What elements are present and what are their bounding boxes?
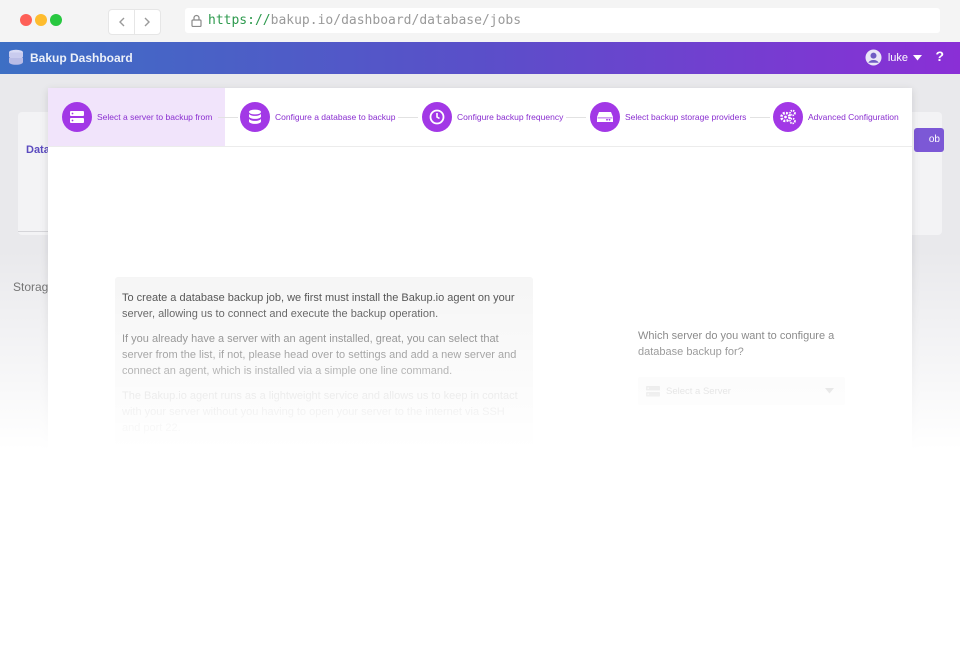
step-storage-providers[interactable]: Select backup storage providers [590, 88, 746, 146]
step-connector [566, 117, 586, 118]
maximize-window-button[interactable] [50, 14, 62, 26]
step-configure-database[interactable]: Configure a database to backup [240, 88, 396, 146]
back-arrow-icon [118, 17, 124, 27]
step-label: Advanced Configuration [808, 112, 899, 122]
server-icon [646, 385, 660, 397]
help-button[interactable]: ? [935, 48, 944, 64]
info-paragraph: The Bakup.io agent runs as a lightweight… [122, 390, 518, 434]
brand[interactable]: Bakup Dashboard [8, 49, 133, 67]
wizard-steps: Select a server to backup from Configure… [48, 88, 912, 147]
info-paragraph: To create a database backup job, we firs… [122, 292, 515, 320]
back-button[interactable] [109, 10, 135, 34]
clock-icon [422, 102, 452, 132]
lock-icon [191, 14, 202, 27]
server-question: Which server do you want to configure a … [638, 330, 835, 358]
hard-drive-icon [590, 102, 620, 132]
user-menu[interactable]: luke [865, 49, 922, 66]
user-name: luke [887, 51, 908, 64]
create-job-button[interactable]: ob [914, 128, 944, 152]
database-logo-icon [9, 49, 23, 65]
url-path: bakup.io/dashboard/database/jobs [270, 13, 522, 28]
gears-icon [773, 102, 803, 132]
brand-title: Bakup Dashboard [30, 51, 133, 65]
step-label: Select backup storage providers [625, 112, 747, 122]
forward-arrow-icon [144, 17, 150, 27]
address-bar[interactable]: https://bakup.io/dashboard/database/jobs [185, 8, 940, 33]
server-icon [62, 102, 92, 132]
chevron-down-icon [825, 388, 834, 394]
step-label: Select a server to backup from [97, 112, 213, 122]
chevron-down-icon [913, 54, 922, 60]
step-advanced-configuration[interactable]: Advanced Configuration [773, 88, 899, 146]
forward-button[interactable] [134, 10, 159, 34]
info-paragraph: If you already have a server with an age… [122, 333, 517, 377]
browser-toolbar: https://bakup.io/dashboard/database/jobs [0, 0, 960, 42]
server-select-placeholder: Select a Server [666, 385, 731, 397]
user-avatar-icon [865, 49, 882, 66]
agent-info-box: To create a database backup job, we firs… [115, 277, 533, 467]
step-select-server[interactable]: Select a server to backup from [48, 88, 225, 146]
backup-wizard-modal: Select a server to backup from Configure… [48, 88, 912, 651]
history-nav [108, 9, 161, 35]
divider [18, 231, 48, 232]
step-backup-frequency[interactable]: Configure backup frequency [422, 88, 563, 146]
step-connector [398, 117, 418, 118]
step-connector [750, 117, 770, 118]
step-label: Configure a database to backup [275, 112, 396, 122]
section-title: Data [26, 144, 50, 156]
app-header: Bakup Dashboard luke ? [0, 42, 960, 74]
url-scheme: https:// [208, 13, 271, 28]
database-icon [240, 102, 270, 132]
close-window-button[interactable] [20, 14, 32, 26]
server-select[interactable]: Select a Server [638, 377, 845, 405]
step-label: Configure backup frequency [457, 112, 564, 122]
minimize-window-button[interactable] [35, 14, 47, 26]
step-connector [218, 117, 238, 118]
